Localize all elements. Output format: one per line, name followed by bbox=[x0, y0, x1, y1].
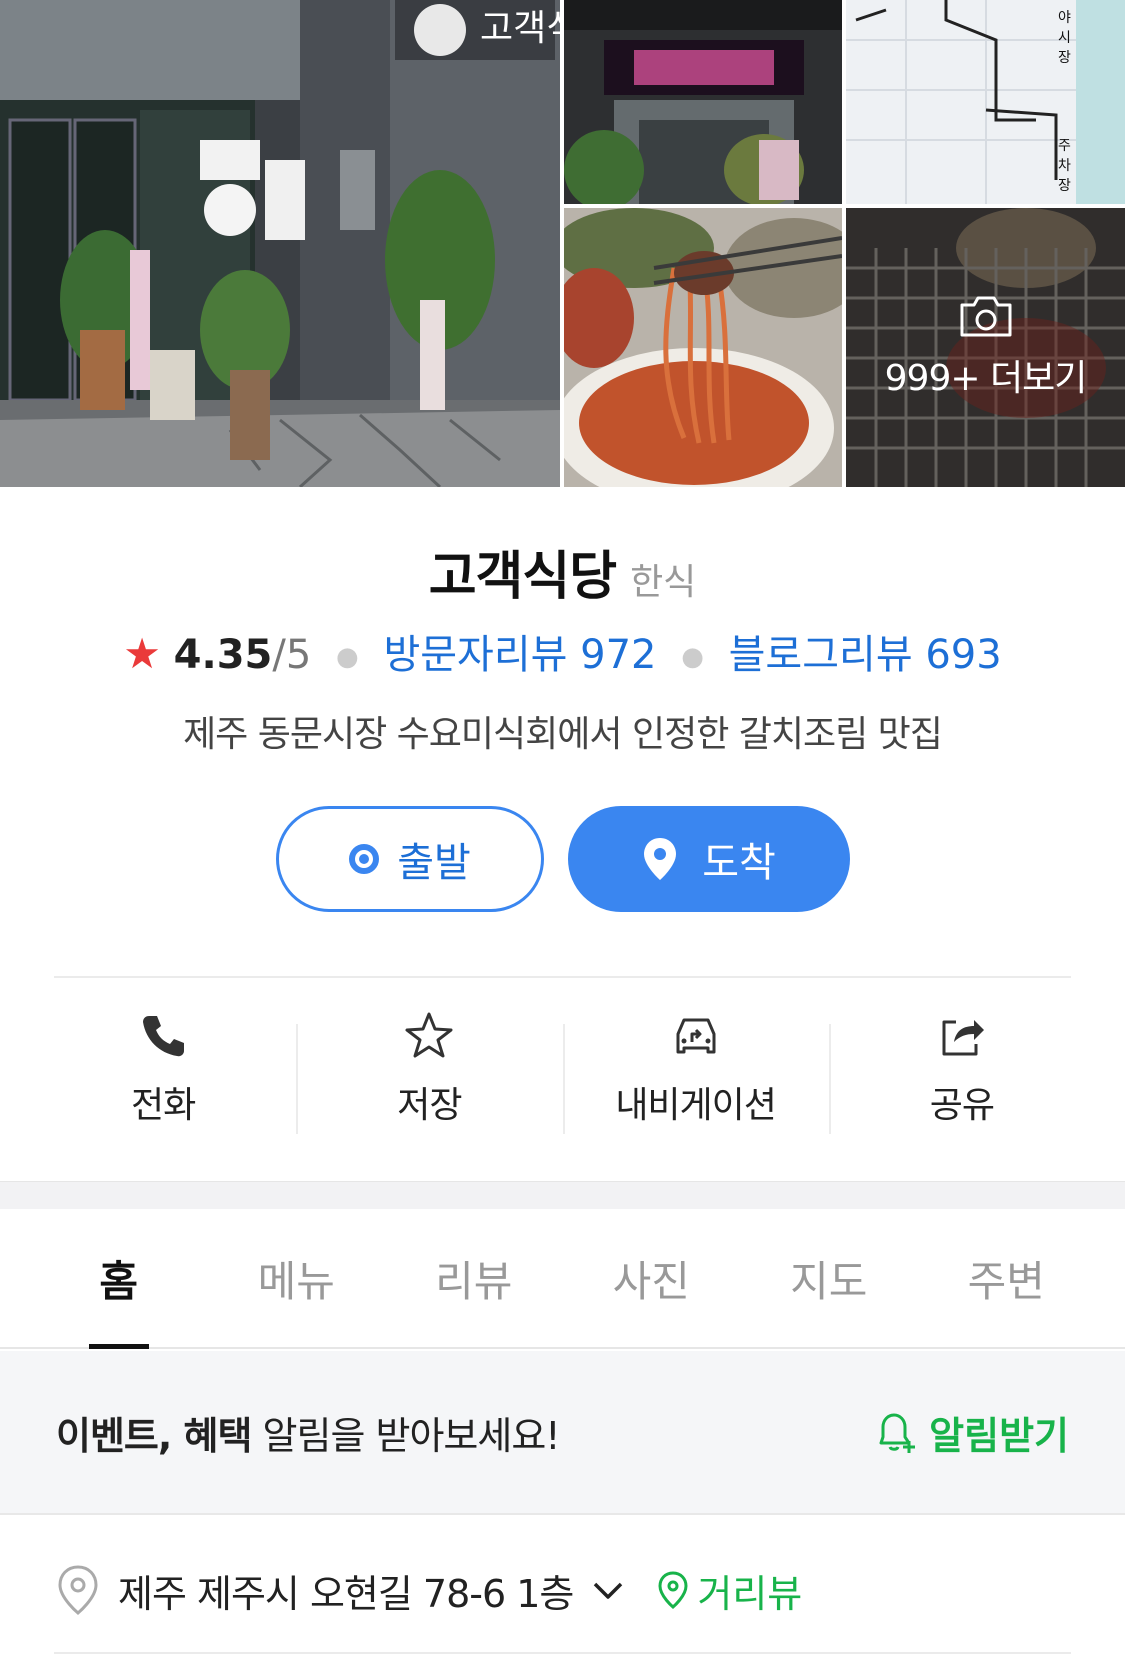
navigation-label: 내비게이션 bbox=[615, 1085, 777, 1126]
svg-text:야: 야 bbox=[1058, 10, 1071, 26]
separator-dot: ● bbox=[336, 642, 359, 672]
more-photos-overlay[interactable]: 999+ 더보기 bbox=[846, 208, 1125, 487]
divider bbox=[54, 1652, 1071, 1654]
address-text[interactable]: 제주 제주시 오현길 78-6 1층 bbox=[118, 1563, 574, 1618]
noodle-dish-photo[interactable] bbox=[564, 208, 842, 487]
location-map-photo[interactable]: 야 시 장 주 차 장 bbox=[846, 0, 1125, 204]
entrance-photo[interactable] bbox=[564, 0, 842, 204]
svg-text:주: 주 bbox=[1058, 138, 1071, 154]
share-action[interactable]: 공유 bbox=[828, 1010, 1095, 1150]
depart-label: 출발 bbox=[397, 840, 471, 886]
save-label: 저장 bbox=[397, 1085, 462, 1126]
arrive-label: 도착 bbox=[702, 840, 776, 886]
phone-icon bbox=[143, 1016, 185, 1057]
rating-row: ★ 4.35/5 ● 방문자리뷰 972 ● 블로그리뷰 693 bbox=[0, 622, 1125, 680]
grill-photo[interactable]: 999+ 더보기 bbox=[846, 208, 1125, 487]
depart-button[interactable]: 출발 bbox=[276, 806, 544, 912]
navigation-action[interactable]: 내비게이션 bbox=[562, 1010, 829, 1150]
tab-nearby[interactable]: 주변 bbox=[918, 1209, 1096, 1347]
svg-text:장: 장 bbox=[1058, 50, 1071, 66]
notification-bold-text: 이벤트, 혜택 bbox=[56, 1413, 252, 1458]
svg-text:시: 시 bbox=[1058, 30, 1071, 46]
divider bbox=[54, 976, 1071, 978]
rating-max: /5 bbox=[272, 632, 312, 678]
separator-dot: ● bbox=[681, 642, 704, 672]
origin-dot-icon bbox=[349, 844, 380, 874]
notification-text: 이벤트, 혜택 알림을 받아보세요! bbox=[56, 1405, 561, 1460]
map-pin-icon bbox=[644, 838, 677, 880]
svg-text:고객식당: 고객식당 bbox=[480, 8, 560, 49]
place-description: 제주 동문시장 수요미식회에서 인정한 갈치조림 맛집 bbox=[183, 714, 943, 755]
car-navigation-icon bbox=[676, 1018, 716, 1054]
street-view-label: 거리뷰 bbox=[697, 1571, 803, 1616]
star-icon bbox=[405, 1012, 453, 1058]
tab-photos[interactable]: 사진 bbox=[563, 1209, 741, 1347]
tab-menu[interactable]: 메뉴 bbox=[208, 1209, 386, 1347]
tab-bar: 홈 메뉴 리뷰 사진 지도 주변 bbox=[0, 1209, 1125, 1349]
svg-text:장: 장 bbox=[1058, 178, 1071, 194]
visitor-reviews-link[interactable]: 방문자리뷰 972 bbox=[383, 632, 656, 678]
share-icon bbox=[942, 1020, 984, 1056]
blog-reviews-link[interactable]: 블로그리뷰 693 bbox=[729, 632, 1002, 678]
notification-banner: 이벤트, 혜택 알림을 받아보세요! 알림받기 bbox=[0, 1351, 1125, 1515]
tab-reviews[interactable]: 리뷰 bbox=[385, 1209, 563, 1347]
camera-icon bbox=[960, 296, 1011, 336]
arrive-button[interactable]: 도착 bbox=[568, 806, 850, 912]
tab-map[interactable]: 지도 bbox=[740, 1209, 918, 1347]
rating-score: 4.35 bbox=[173, 632, 273, 678]
subscribe-label: 알림받기 bbox=[929, 1413, 1069, 1458]
bell-plus-icon bbox=[879, 1413, 916, 1453]
street-view-pin-icon bbox=[658, 1571, 688, 1609]
street-view-button[interactable]: 거리뷰 bbox=[657, 1563, 802, 1618]
place-category: 한식 bbox=[630, 562, 697, 603]
photo-gallery: 고객식당 bbox=[0, 0, 1125, 487]
place-header: 고객식당 한식 bbox=[0, 534, 1125, 609]
section-gap bbox=[0, 1181, 1125, 1209]
place-name: 고객식당 bbox=[428, 547, 617, 607]
call-action[interactable]: 전화 bbox=[30, 1010, 296, 1150]
storefront-photo[interactable]: 고객식당 bbox=[0, 0, 560, 487]
svg-text:차: 차 bbox=[1058, 158, 1071, 174]
tab-home[interactable]: 홈 bbox=[30, 1209, 208, 1349]
chevron-down-icon[interactable] bbox=[591, 1578, 625, 1602]
save-action[interactable]: 저장 bbox=[296, 1010, 562, 1150]
action-bar: 전화 저장 내비게이션 공유 bbox=[30, 1010, 1095, 1150]
subscribe-notification-button[interactable]: 알림받기 bbox=[873, 1405, 1069, 1460]
notification-plain-text: 알림을 받아보세요! bbox=[251, 1413, 561, 1458]
location-pin-icon bbox=[58, 1565, 98, 1615]
more-photos-label: 999+ 더보기 bbox=[884, 357, 1088, 399]
call-label: 전화 bbox=[131, 1085, 196, 1126]
share-label: 공유 bbox=[929, 1085, 995, 1126]
address-row: 제주 제주시 오현길 78-6 1층 거리뷰 bbox=[0, 1545, 1125, 1635]
rating-star-icon: ★ bbox=[123, 629, 161, 678]
